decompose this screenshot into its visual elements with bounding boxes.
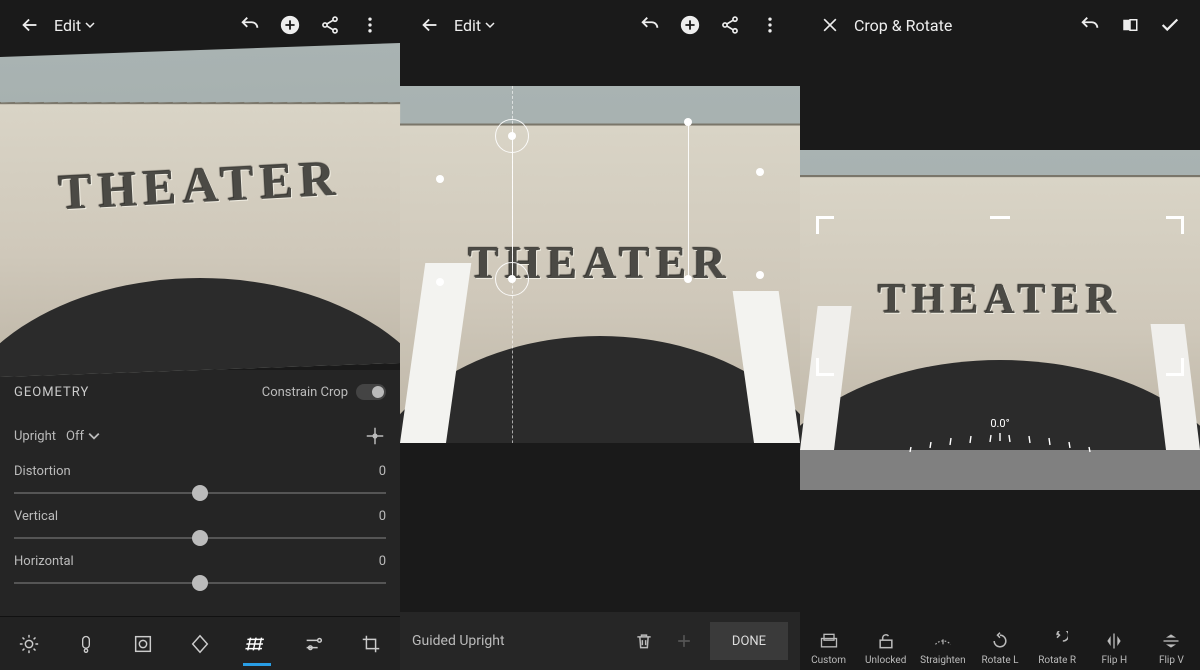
guided-upright-icon[interactable] [364,425,386,447]
flip-v-button[interactable]: Flip V [1143,627,1199,666]
topbar: Edit [400,0,800,50]
rotate-left-button[interactable]: Rotate L [972,627,1028,666]
confirm-icon[interactable] [1150,5,1190,45]
compare-icon[interactable] [1110,5,1150,45]
flip-h-button[interactable]: Flip H [1086,627,1142,666]
undo-icon[interactable] [230,5,270,45]
vertical-slider[interactable]: Vertical0 [14,509,386,548]
done-button[interactable]: DONE [710,622,788,660]
share-icon[interactable] [710,5,750,45]
straighten-button[interactable]: Straighten [915,627,971,666]
undo-icon[interactable] [630,5,670,45]
constrain-crop-label: Constrain Crop [262,385,348,400]
rotate-right-button[interactable]: Rotate R [1029,627,1085,666]
geometry-panel: GEOMETRY Constrain Crop Upright Off Dist… [0,370,400,616]
effects-icon[interactable] [119,620,167,668]
edit-menu[interactable]: Edit [54,16,95,35]
pane-crop-rotate: Crop & Rotate THEATER 0.0° [800,0,1200,670]
upright-label: Upright [14,429,56,444]
guided-upright-bar: Guided Upright DONE [400,612,800,670]
photo-preview[interactable]: THEATER [400,50,800,443]
crop-title: Crop & Rotate [854,16,952,35]
light-icon[interactable] [5,620,53,668]
add-icon[interactable] [270,5,310,45]
photo-preview: THEATER [0,50,400,370]
topbar: Crop & Rotate [800,0,1200,50]
rotation-dial[interactable]: 0.0° [800,417,1200,460]
pane-guided-upright: Edit THEATER [400,0,800,670]
add-icon[interactable] [670,5,710,45]
edit-title: Edit [454,16,481,35]
aspect-custom-button[interactable]: Custom [801,627,857,666]
dial-value: 0.0° [800,417,1200,430]
lock-button[interactable]: Unlocked [858,627,914,666]
optics-icon[interactable] [233,620,281,668]
crop-icon[interactable] [347,620,395,668]
caret-down-icon [485,20,495,30]
edit-mode-bar [0,616,400,670]
crop-tools-bar: Custom Unlocked Straighten Rotate L Rota… [800,612,1200,670]
share-icon[interactable] [310,5,350,45]
photo-text: THEATER [400,236,800,289]
constrain-crop-toggle[interactable] [356,384,386,400]
back-icon[interactable] [10,5,50,45]
detail-icon[interactable] [176,620,224,668]
more-icon[interactable] [750,5,790,45]
crop-frame[interactable] [816,216,1184,376]
guided-upright-label: Guided Upright [412,633,505,649]
caret-down-icon [85,20,95,30]
presets-icon[interactable] [290,620,338,668]
crop-preview[interactable]: THEATER 0.0° [800,150,1200,490]
back-icon[interactable] [410,5,450,45]
topbar: Edit [0,0,400,50]
edit-menu[interactable]: Edit [454,16,495,35]
add-guide-icon[interactable] [664,621,704,661]
close-icon[interactable] [810,5,850,45]
color-icon[interactable] [62,620,110,668]
geometry-heading: GEOMETRY [14,385,89,400]
edit-title: Edit [54,16,81,35]
pane-geometry: Edit T [0,0,400,670]
delete-guide-icon[interactable] [624,621,664,661]
undo-icon[interactable] [1070,5,1110,45]
upright-selector[interactable]: Off [66,429,100,444]
distortion-slider[interactable]: Distortion0 [14,464,386,503]
horizontal-slider[interactable]: Horizontal0 [14,554,386,593]
more-icon[interactable] [350,5,390,45]
